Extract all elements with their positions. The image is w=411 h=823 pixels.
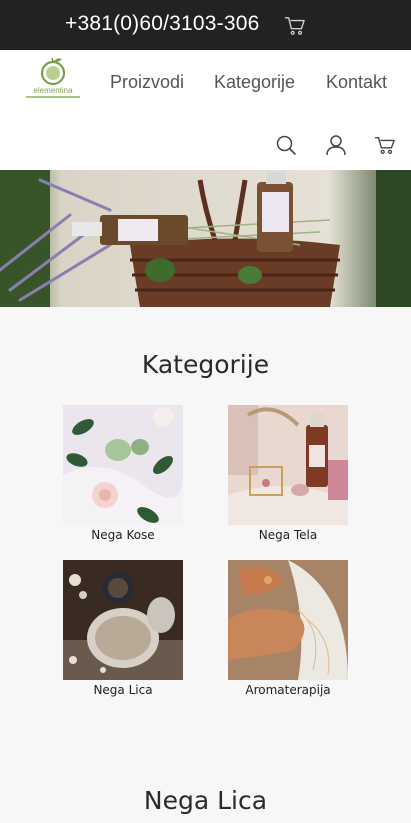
category-image-nega-tela [228, 405, 348, 525]
hero-banner[interactable] [0, 170, 411, 307]
category-image-nega-kose [63, 405, 183, 525]
hero-image [0, 170, 411, 307]
categories-title: Kategorije [141, 350, 270, 379]
category-image-aromaterapija [228, 560, 348, 680]
nav-link-proizvodi[interactable]: Proizvodi [110, 72, 184, 93]
nav-link-kategorije[interactable]: Kategorije [214, 72, 295, 93]
phone-number-link[interactable]: +381(0)60/3103-306 [65, 12, 260, 36]
logo-fruit-icon [40, 57, 66, 86]
category-label: Nega Kose [91, 528, 155, 542]
logo-underline [26, 96, 80, 98]
category-card-aromaterapija[interactable]: Aromaterapija [228, 560, 348, 697]
account-icon[interactable] [325, 134, 347, 156]
category-image-nega-lica [63, 560, 183, 680]
search-icon[interactable] [275, 134, 297, 156]
category-label: Aromaterapija [245, 683, 331, 697]
category-label: Nega Tela [258, 528, 318, 542]
logo-text: elementina [33, 86, 73, 95]
category-card-nega-lica[interactable]: Nega Lica [63, 560, 183, 697]
nav-link-kontakt[interactable]: Kontakt [326, 72, 387, 93]
site-logo[interactable]: elementina [26, 56, 80, 104]
category-card-nega-tela[interactable]: Nega Tela [228, 405, 348, 542]
cart-icon[interactable] [374, 134, 396, 156]
category-label: Nega Lica [93, 683, 153, 697]
top-bar: +381(0)60/3103-306 [0, 0, 411, 50]
nega-lica-section-title: Nega Lica [143, 786, 268, 815]
category-card-nega-kose[interactable]: Nega Kose [63, 405, 183, 542]
cart-icon[interactable] [284, 16, 306, 36]
site-header: elementina Proizvodi Kategorije Kontakt [0, 50, 411, 170]
